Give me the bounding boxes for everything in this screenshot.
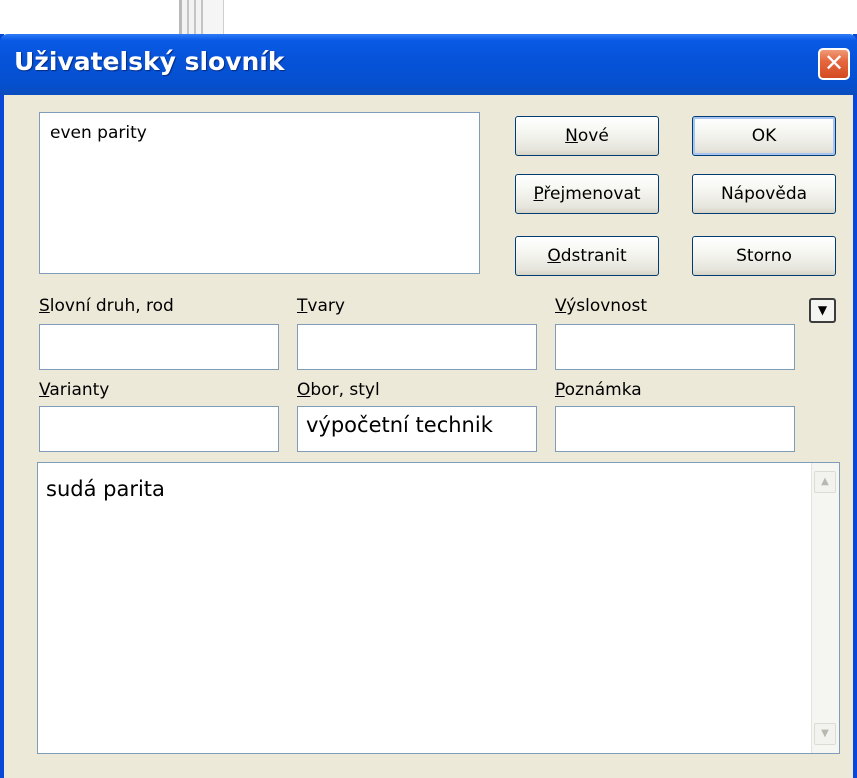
part-of-speech-field[interactable] (39, 324, 279, 370)
new-button-mnemonic: N (565, 126, 578, 146)
chevron-down-icon: ▼ (817, 303, 828, 317)
pronunciation-label: Výslovnost (555, 296, 647, 316)
domain-style-mnemonic: O (297, 380, 311, 400)
vertical-scrollbar[interactable]: ▲ ▼ (811, 463, 839, 753)
list-item[interactable]: even parity (50, 123, 147, 143)
pronunciation-mnemonic: V (555, 296, 567, 316)
delete-button-mnemonic: O (547, 246, 561, 266)
title-bar[interactable]: Uživatelský slovník ✕ (0, 34, 857, 95)
rename-button-label: řejmenovat (543, 184, 641, 204)
scroll-down-button[interactable]: ▼ (814, 723, 836, 745)
note-field[interactable] (555, 406, 795, 452)
part-of-speech-label-text: lovní druh, rod (49, 296, 174, 316)
help-button[interactable]: Nápověda (692, 174, 836, 214)
rename-button-mnemonic: P (533, 184, 544, 204)
dialog-title: Uživatelský slovník (14, 47, 285, 76)
help-button-label: Nápověda (720, 184, 808, 204)
word-list[interactable]: even parity (39, 112, 480, 274)
translation-text[interactable]: sudá parita (46, 477, 165, 501)
expand-button[interactable]: ▼ (809, 298, 836, 323)
domain-style-field[interactable]: výpočetní technik (297, 406, 537, 452)
chevron-up-icon: ▲ (821, 476, 829, 487)
note-label: Poznámka (555, 380, 642, 400)
domain-style-label-text: bor, styl (310, 380, 380, 400)
variants-label-text: arianty (49, 380, 110, 400)
cancel-button-label: Storno (736, 246, 792, 266)
forms-label: Tvary (297, 296, 345, 316)
rename-button[interactable]: Přejmenovat (515, 174, 659, 214)
part-of-speech-label: Slovní druh, rod (39, 296, 174, 316)
variants-mnemonic: V (39, 380, 50, 400)
close-icon: ✕ (823, 49, 845, 77)
pronunciation-field[interactable] (555, 324, 795, 370)
variants-field[interactable] (39, 406, 279, 452)
cancel-button[interactable]: Storno (692, 236, 836, 276)
note-label-text: oznámka (564, 380, 642, 400)
domain-style-label: Obor, styl (297, 380, 380, 400)
pronunciation-label-text: ýslovnost (566, 296, 647, 316)
new-button[interactable]: Nové (515, 116, 659, 156)
translation-textarea[interactable]: sudá parita ▲ ▼ (37, 462, 840, 754)
delete-button[interactable]: Odstranit (515, 236, 659, 276)
scroll-up-button[interactable]: ▲ (814, 471, 836, 493)
background-window-edge (179, 0, 224, 34)
close-button[interactable]: ✕ (818, 48, 850, 80)
delete-button-label: dstranit (560, 246, 627, 266)
forms-label-text: vary (307, 296, 345, 316)
forms-mnemonic: T (297, 296, 308, 316)
part-of-speech-mnemonic: S (39, 296, 50, 316)
variants-label: Varianty (39, 380, 109, 400)
chevron-down-icon: ▼ (821, 728, 829, 739)
ok-button-label: OK (751, 126, 777, 146)
new-button-label: ové (577, 126, 609, 146)
note-mnemonic: P (555, 380, 565, 400)
forms-field[interactable] (297, 324, 537, 370)
ok-button[interactable]: OK (692, 116, 836, 156)
